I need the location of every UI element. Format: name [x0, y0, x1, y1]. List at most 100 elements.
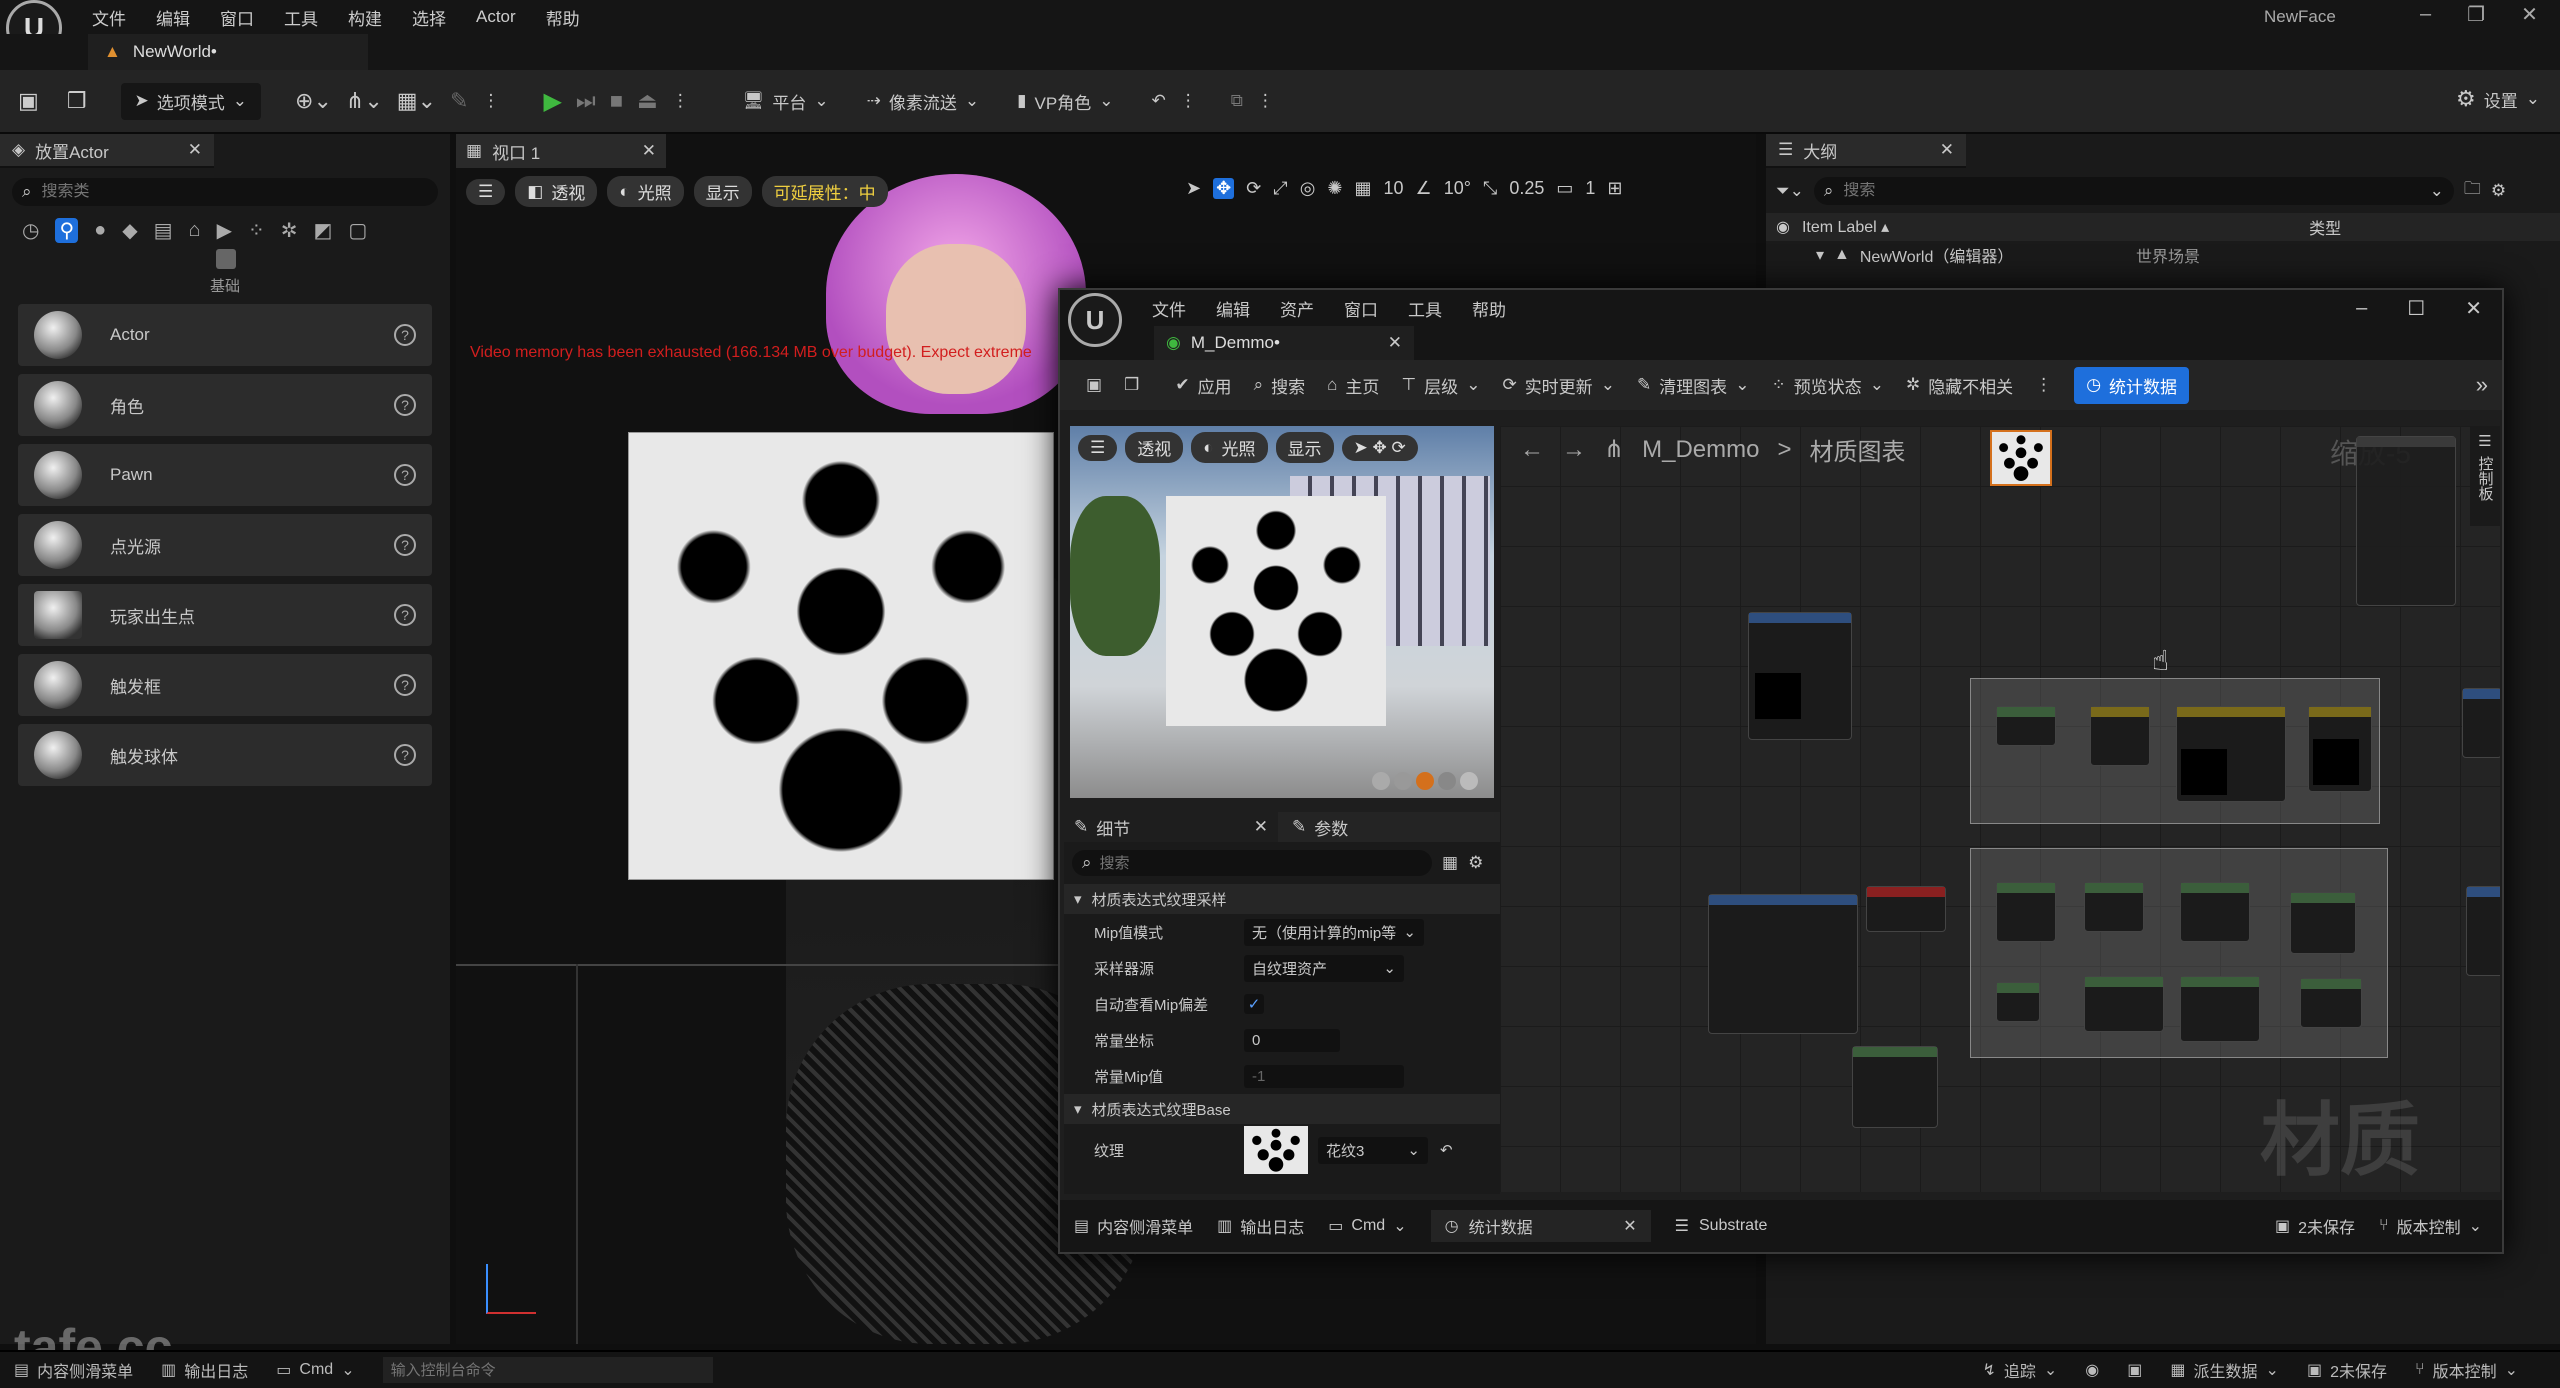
angle-snap-icon[interactable]: ∠	[1416, 178, 1432, 199]
outliner-col-type[interactable]: 类型	[2309, 215, 2341, 239]
details-tab[interactable]: ✎ 细节 ✕	[1064, 812, 1278, 842]
clean-graph-button[interactable]: ✎ 清理图表 ⌄	[1637, 373, 1750, 398]
menu-select[interactable]: 选择	[412, 5, 446, 30]
help-icon[interactable]: ?	[394, 324, 416, 346]
graph-node-in-comment[interactable]	[2180, 882, 2250, 942]
actor-search-input[interactable]	[41, 183, 402, 201]
scale-snap-value[interactable]: 0.25	[1509, 178, 1544, 199]
help-icon[interactable]: ?	[394, 744, 416, 766]
close-button[interactable]: ✕	[2521, 2, 2538, 27]
landscape-icon[interactable]: ◩	[314, 218, 333, 243]
maximize-button[interactable]: ❐	[2467, 2, 2485, 27]
graph-node-in-comment[interactable]	[1996, 882, 2056, 942]
blueprint-icon[interactable]: ⋔⌄	[346, 88, 383, 114]
menu-edit[interactable]: 编辑	[1216, 296, 1250, 321]
menu-help[interactable]: 帮助	[546, 5, 580, 30]
pixel-streaming-dropdown[interactable]: ⇢ 像素流送 ⌄	[867, 89, 980, 114]
plane-icon[interactable]	[1416, 772, 1434, 790]
mip-mode-dropdown[interactable]: 无（使用计算的mip等 ⌄	[1244, 918, 1424, 946]
graph-node-in-comment[interactable]	[2084, 976, 2164, 1032]
graph-node-side[interactable]	[2466, 886, 2500, 976]
live-update-button[interactable]: ⟳ 实时更新 ⌄	[1502, 373, 1615, 398]
actor-category-sub-icon[interactable]	[216, 249, 236, 269]
world-local-icon[interactable]: ◎	[1300, 178, 1316, 199]
grid-snap-value[interactable]: 10	[1384, 178, 1404, 199]
browse-icon[interactable]: ❒	[1124, 375, 1139, 395]
actor-item-player-start[interactable]: 玩家出生点 ?	[18, 584, 432, 646]
preview-transform-icons[interactable]: ➤ ✥ ⟳	[1341, 434, 1418, 461]
outliner-search-input[interactable]	[1843, 181, 2404, 200]
place-actors-tab[interactable]: ◈ 放置Actor ✕	[0, 134, 214, 168]
search-button[interactable]: ⌕ 搜索	[1254, 373, 1306, 398]
graph-node-lerp[interactable]	[1852, 1046, 1938, 1128]
menu-tools[interactable]: 工具	[284, 5, 318, 30]
cmd-dropdown[interactable]: ▭ Cmd ⌄	[276, 1360, 354, 1380]
outliner-col-label[interactable]: Item Label ▴	[1802, 217, 1889, 237]
menu-actor[interactable]: Actor	[476, 7, 516, 27]
gear-icon[interactable]: ⚙	[2491, 181, 2506, 201]
hide-unrelated-button[interactable]: ✲ 隐藏不相关	[1906, 373, 2013, 398]
minimize-button[interactable]: –	[2420, 3, 2431, 26]
teapot-icon[interactable]	[1460, 772, 1478, 790]
unreal-logo-icon[interactable]: U	[1068, 293, 1122, 347]
menu-tools[interactable]: 工具	[1408, 296, 1442, 321]
const-mip-input[interactable]: -1	[1244, 1064, 1404, 1088]
params-tab[interactable]: ✎ 参数	[1278, 815, 1362, 840]
undo-history-icon[interactable]: ↶	[1151, 91, 1165, 111]
forward-arrow-icon[interactable]: →	[1562, 436, 1586, 464]
help-icon[interactable]: ?	[394, 674, 416, 696]
texture-dropdown[interactable]: 花纹3 ⌄	[1318, 1136, 1428, 1164]
stop-icon[interactable]: ■	[610, 88, 623, 114]
cube-icon[interactable]	[1438, 772, 1456, 790]
material-graph[interactable]: ← → ⋔ M_Demmo > 材质图表 缩放-5 材质 ☝	[1500, 426, 2500, 1192]
help-icon[interactable]: ?	[394, 394, 416, 416]
home-button[interactable]: ⌂ 主页	[1327, 373, 1379, 398]
preview-perspective-button[interactable]: 透视	[1125, 432, 1184, 463]
close-icon[interactable]: ✕	[1940, 140, 1954, 160]
basic-category-icon[interactable]: ⚲	[55, 218, 79, 243]
add-actor-icon[interactable]: ⊕⌄	[295, 88, 332, 114]
preview-state-button[interactable]: ⁘ 预览状态 ⌄	[1771, 373, 1884, 398]
shapes-icon[interactable]: ◆	[122, 218, 137, 243]
derived-data-button[interactable]: ▦ 派生数据 ⌄	[2170, 1358, 2279, 1382]
rotate-tool-icon[interactable]: ⟳	[1246, 178, 1261, 199]
unsaved-button[interactable]: ▣ 2未保存	[2275, 1214, 2355, 1238]
more-icon[interactable]: ⋮	[482, 91, 499, 111]
play-options-icon[interactable]: ⋮	[672, 91, 689, 111]
graph-node-function[interactable]	[1708, 894, 1858, 1034]
graph-node-in-comment[interactable]	[2290, 892, 2356, 954]
content-drawer-button[interactable]: ▤ 内容侧滑菜单	[1074, 1214, 1193, 1238]
menu-edit[interactable]: 编辑	[156, 5, 190, 30]
menu-file[interactable]: 文件	[92, 5, 126, 30]
menu-asset[interactable]: 资产	[1280, 296, 1314, 321]
graph-node-in-comment[interactable]	[1996, 706, 2056, 746]
sampler-source-dropdown[interactable]: 自纹理资产 ⌄	[1244, 954, 1404, 982]
texture-thumbnail[interactable]	[1244, 1126, 1308, 1174]
cinematic-icon[interactable]: ▤	[154, 218, 173, 243]
more-icon[interactable]: ⋮	[1257, 91, 1274, 111]
step-icon[interactable]: ⏭	[576, 88, 596, 114]
lit-button[interactable]: ◐ 光照	[607, 176, 684, 207]
trace-button[interactable]: ↯ 追踪 ⌄	[1982, 1358, 2057, 1382]
settings-button[interactable]: ⚙ 设置 ⌄	[2456, 86, 2540, 112]
actor-item-character[interactable]: 角色 ?	[18, 374, 432, 436]
version-control-button[interactable]: ⑂ 版本控制 ⌄	[2379, 1214, 2482, 1238]
recent-icon[interactable]: ◷	[22, 218, 39, 243]
stats-tab[interactable]: ◷ 统计数据 ✕	[1430, 1210, 1651, 1242]
screenshot-icon[interactable]: ▣	[2127, 1360, 2142, 1380]
expand-toolbar-icon[interactable]: »	[2476, 372, 2488, 398]
filter-icon[interactable]: ⏷⌄	[1776, 181, 1804, 201]
apply-button[interactable]: ✔ 应用	[1175, 373, 1231, 398]
cinematics-icon[interactable]: ▦⌄	[397, 88, 436, 114]
breadcrumb-asset[interactable]: M_Demmo	[1642, 436, 1759, 464]
minimize-button[interactable]: –	[2356, 297, 2367, 320]
graph-node-in-comment[interactable]	[2084, 882, 2144, 932]
outliner-search-box[interactable]: ⌕ ⌄	[1813, 176, 2454, 205]
save-icon[interactable]: ▣	[1086, 375, 1102, 395]
more-icon[interactable]: ⋮	[1180, 91, 1197, 111]
graph-node-in-comment[interactable]	[2300, 978, 2362, 1028]
eject-icon[interactable]: ⏏	[637, 88, 658, 114]
close-icon[interactable]: ✕	[188, 140, 202, 160]
scalability-badge[interactable]: 可延展性：中	[761, 176, 888, 207]
table-view-icon[interactable]: ▦	[1442, 853, 1458, 873]
